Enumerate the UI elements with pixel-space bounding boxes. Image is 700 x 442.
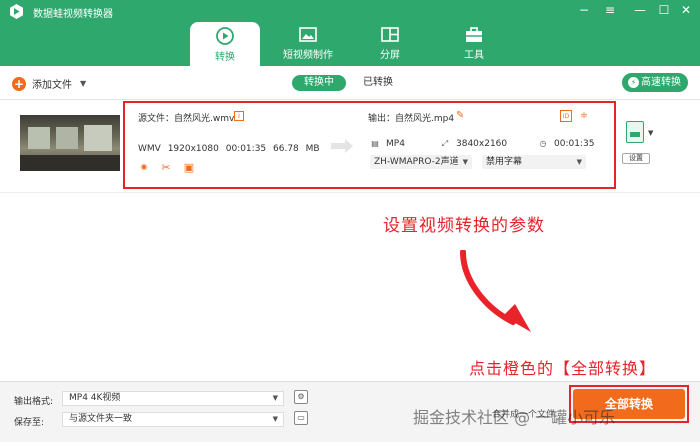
tab-convert-label: 转换 [215, 52, 235, 63]
maximize-icon[interactable]: ☐ [654, 1, 674, 19]
watermark: 掘金技术社区 @ 一罐小可乐 [413, 408, 616, 427]
chevron-down-icon: ▼ [272, 394, 278, 402]
minimize-icon[interactable]: — [630, 1, 650, 19]
chevron-down-icon: ▼ [272, 415, 278, 423]
chevron-down-icon[interactable]: ▼ [648, 129, 653, 137]
folder-icon[interactable]: ▭ [294, 411, 308, 425]
output-format-icon[interactable] [626, 121, 644, 143]
tab-short-video[interactable]: 短视频制作 [273, 22, 343, 66]
tab-split-screen-label: 分屏 [380, 50, 400, 61]
annotation-arrow-icon [460, 250, 531, 332]
app-title: 数据蛙视频转换器 [33, 9, 113, 20]
split-screen-icon [381, 27, 399, 42]
image-icon [299, 27, 317, 42]
close-icon[interactable]: ✕ [676, 1, 696, 19]
tab-converted[interactable]: 已转换 [356, 75, 400, 91]
params-highlight-box [123, 101, 616, 189]
annotation-set-params: 设置视频转换的参数 [383, 216, 545, 236]
chevron-down-icon[interactable]: ▼ [80, 79, 86, 88]
file-row: 源文件：自然风光.wmv i 输出：自然风光.mp4 ✎ ID ≑ WMV 19… [0, 101, 700, 193]
tab-short-video-label: 短视频制作 [283, 50, 333, 61]
high-speed-label: 高速转换 [641, 77, 681, 88]
minimize-tray-icon[interactable]: − [574, 1, 594, 19]
tab-split-screen[interactable]: 分屏 [356, 22, 424, 66]
convert-icon [216, 27, 234, 45]
output-format-label: 输出格式: [14, 397, 54, 407]
header: 数据蛙视频转换器 − ≡ — ☐ ✕ 转换 短视频制作 分屏 工具 [0, 0, 700, 66]
save-to-value: 与源文件夹一致 [69, 414, 133, 424]
app-logo-icon [10, 4, 23, 19]
save-to-label: 保存至: [14, 418, 45, 428]
high-speed-button[interactable]: ⚡ 高速转换 [622, 73, 688, 92]
save-to-select[interactable]: 与源文件夹一致 ▼ [62, 412, 284, 427]
tab-convert[interactable]: 转换 [190, 22, 260, 66]
format-settings-icon[interactable]: ⚙ [294, 390, 308, 404]
add-file-button[interactable]: + 添加文件 ▼ [12, 76, 86, 91]
annotation-click-convert: 点击橙色的【全部转换】 [469, 359, 657, 378]
output-format-select-value: MP4 4K视频 [69, 393, 121, 403]
add-file-label: 添加文件 [32, 80, 72, 91]
video-thumbnail[interactable] [20, 115, 120, 171]
menu-icon[interactable]: ≡ [600, 1, 620, 19]
tab-converting[interactable]: 转换中 [292, 75, 346, 91]
output-format-select[interactable]: MP4 4K视频 ▼ [62, 391, 284, 406]
toolbox-icon [466, 27, 482, 42]
lightning-icon: ⚡ [628, 77, 639, 88]
tab-tools-label: 工具 [464, 50, 484, 61]
toolbar: + 添加文件 ▼ 转换中 已转换 ⚡ 高速转换 [0, 66, 700, 100]
plus-icon: + [12, 76, 26, 91]
settings-button[interactable]: 设置 [622, 153, 650, 164]
tab-tools[interactable]: 工具 [440, 22, 508, 66]
